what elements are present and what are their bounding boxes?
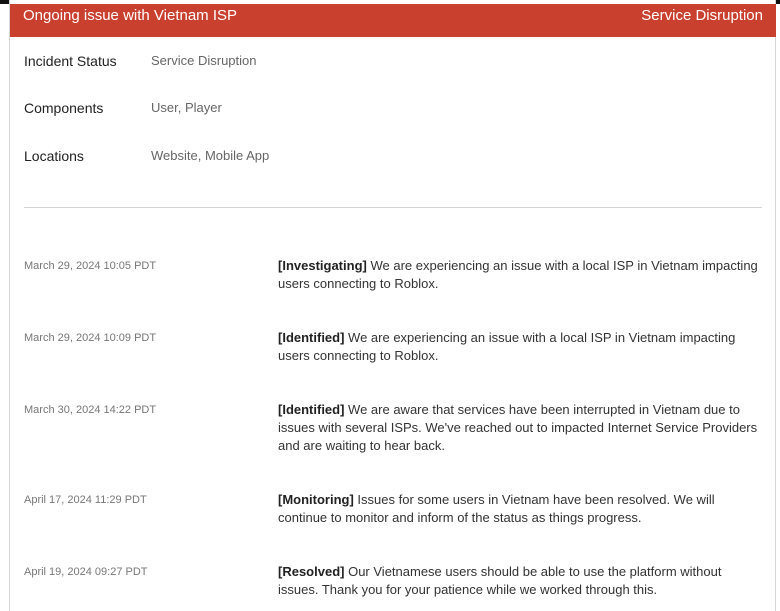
detail-label: Locations (24, 148, 84, 164)
incident-header: Ongoing issue with Vietnam ISP Service D… (10, 4, 776, 37)
detail-row-status: Incident Status Service Disruption (24, 53, 257, 69)
update-tag: [Identified] (278, 330, 345, 345)
update-timestamp: April 17, 2024 11:29 PDT (24, 494, 147, 506)
update-entry: March 29, 2024 10:09 PDT [Identified] We… (24, 329, 764, 365)
update-tag: [Monitoring] (278, 492, 354, 507)
update-tag: [Resolved] (278, 564, 345, 579)
update-message: [Identified] We are aware that services … (278, 401, 762, 455)
incident-card: Ongoing issue with Vietnam ISP Service D… (9, 0, 776, 611)
update-timestamp: March 29, 2024 10:09 PDT (24, 332, 157, 344)
update-tag: [Identified] (278, 402, 345, 417)
update-timestamp: April 19, 2024 09:27 PDT (24, 566, 148, 578)
section-divider (24, 207, 762, 208)
incident-status-badge: Service Disruption (641, 7, 763, 24)
update-text: We are experiencing an issue with a loca… (278, 330, 736, 363)
detail-value: Service Disruption (151, 53, 257, 68)
detail-row-components: Components User, Player (24, 100, 222, 116)
update-entry: March 30, 2024 14:22 PDT [Identified] We… (24, 401, 764, 455)
update-message: [Resolved] Our Vietnamese users should b… (278, 563, 762, 599)
detail-row-locations: Locations Website, Mobile App (24, 148, 269, 164)
update-text: Our Vietnamese users should be able to u… (278, 564, 722, 597)
update-timestamp: March 30, 2024 14:22 PDT (24, 404, 157, 416)
detail-value: Website, Mobile App (151, 148, 270, 163)
detail-label: Components (24, 100, 104, 116)
update-message: [Monitoring] Issues for some users in Vi… (278, 491, 762, 527)
detail-label: Incident Status (24, 53, 117, 69)
update-entry: March 29, 2024 10:05 PDT [Investigating]… (24, 257, 764, 293)
update-entry: April 17, 2024 11:29 PDT [Monitoring] Is… (24, 491, 764, 527)
incident-title: Ongoing issue with Vietnam ISP (23, 7, 238, 24)
update-entry: April 19, 2024 09:27 PDT [Resolved] Our … (24, 563, 764, 599)
detail-value: User, Player (151, 100, 222, 115)
update-timestamp: March 29, 2024 10:05 PDT (24, 260, 157, 272)
update-text: We are aware that services have been int… (278, 402, 758, 453)
update-message: [Investigating] We are experiencing an i… (278, 257, 762, 293)
update-tag: [Investigating] (278, 258, 367, 273)
update-message: [Identified] We are experiencing an issu… (278, 329, 762, 365)
